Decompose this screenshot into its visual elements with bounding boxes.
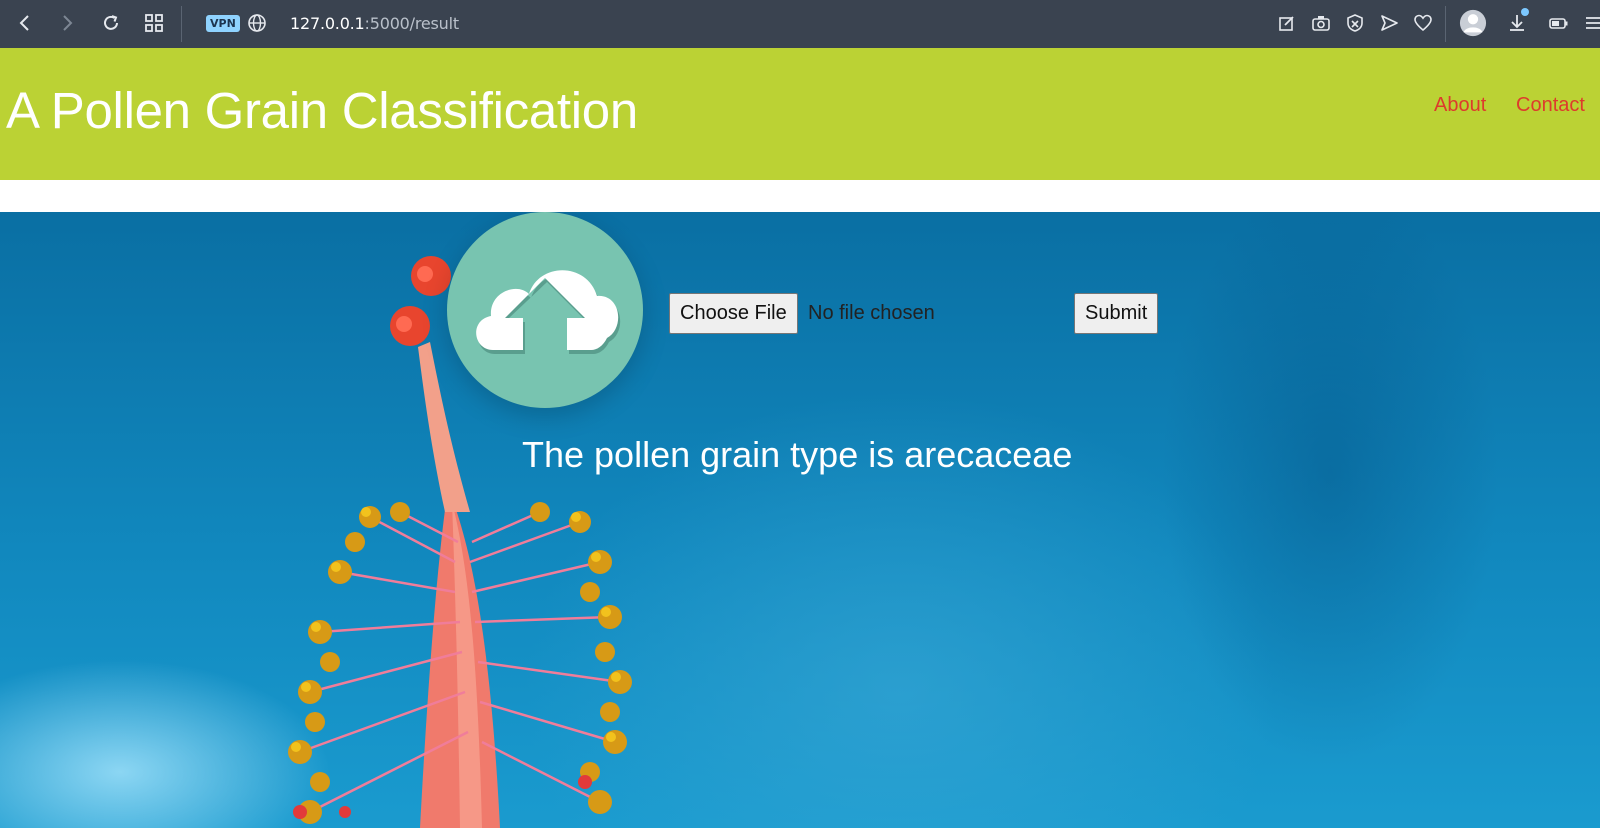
submit-button[interactable]: Submit — [1074, 293, 1159, 334]
forward-icon[interactable] — [54, 10, 80, 36]
download-notification-dot — [1521, 8, 1529, 16]
camera-icon[interactable] — [1308, 10, 1334, 36]
browser-toolbar: VPN 127.0.0.1:5000/result — [0, 0, 1600, 48]
edit-page-icon[interactable] — [1274, 10, 1300, 36]
send-icon[interactable] — [1376, 10, 1402, 36]
site-header: A Pollen Grain Classification About Cont… — [0, 48, 1600, 180]
heart-icon[interactable] — [1410, 10, 1436, 36]
back-icon[interactable] — [12, 10, 38, 36]
cloud-upload-icon — [447, 212, 643, 408]
toolbar-divider — [1445, 6, 1446, 42]
url-host: 127.0.0.1 — [290, 14, 365, 33]
file-status-text: No file chosen — [808, 302, 935, 324]
hero-section: Choose File No file chosen Submit The po… — [0, 212, 1600, 828]
header-spacer — [0, 180, 1600, 212]
reload-icon[interactable] — [98, 10, 124, 36]
nav-link-contact[interactable]: Contact — [1516, 94, 1585, 117]
hibiscus-flower-image — [288, 256, 632, 828]
battery-icon[interactable] — [1546, 10, 1572, 36]
address-bar[interactable]: 127.0.0.1:5000/result — [290, 14, 459, 33]
shield-icon[interactable] — [1342, 10, 1368, 36]
tabs-grid-icon[interactable] — [141, 10, 167, 36]
site-title: A Pollen Grain Classification — [6, 82, 638, 139]
choose-file-button[interactable]: Choose File — [669, 293, 798, 334]
toolbar-divider — [181, 6, 182, 42]
profile-icon[interactable] — [1458, 8, 1488, 38]
vpn-badge[interactable]: VPN — [206, 15, 240, 32]
menu-icon[interactable] — [1580, 10, 1600, 36]
nav-link-about[interactable]: About — [1434, 94, 1486, 117]
prediction-result: The pollen grain type is arecaceae — [522, 434, 1073, 475]
globe-icon[interactable] — [244, 10, 270, 36]
url-path: :5000/result — [364, 14, 460, 33]
